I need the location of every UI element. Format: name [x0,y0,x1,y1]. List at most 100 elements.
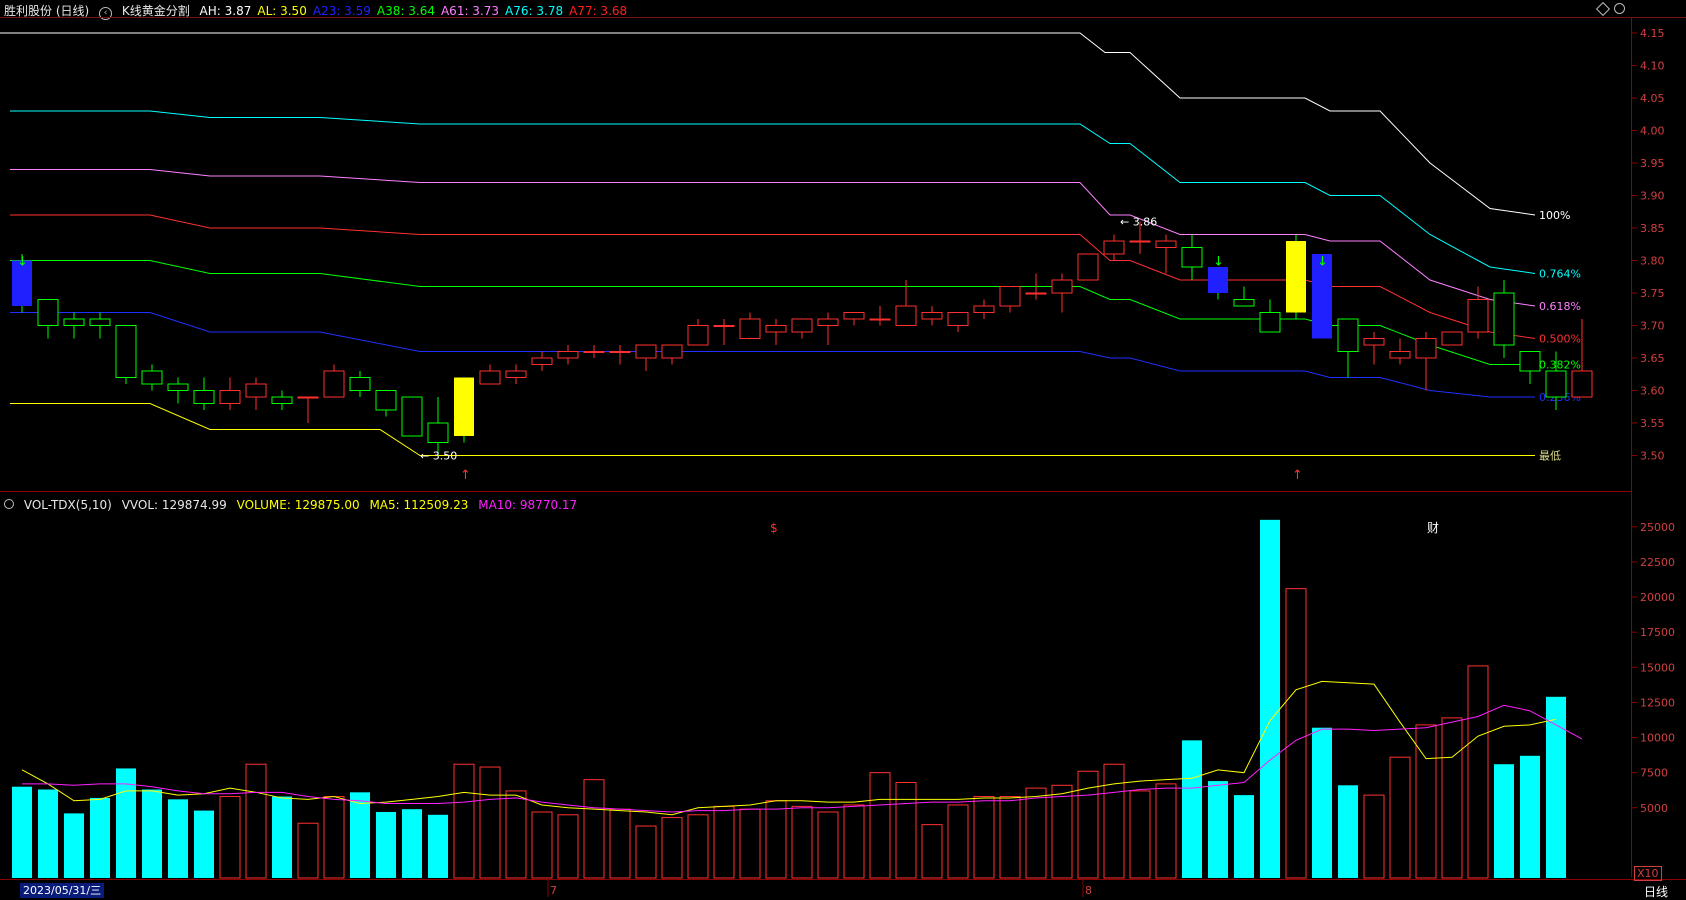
candle-body-up [1363,338,1385,346]
candle-body-up [505,370,527,378]
candle-body-up [609,351,631,353]
candlestick [505,364,527,384]
volume-bar-up [687,814,709,879]
candle-body-up [713,325,735,327]
candle-body-down [193,390,215,404]
down-arrow-icon: ↓ [1213,255,1224,270]
price-tick-label: 4.00 [1640,125,1665,138]
candlestick [1208,267,1228,300]
top-border [0,17,1686,18]
volume-bar-down [1520,755,1540,878]
candle-body-up [1051,279,1073,294]
candle-body-down [141,370,163,385]
candlestick [1337,318,1359,378]
price-tick-label: 3.95 [1640,157,1665,170]
candle-body-down [115,325,137,378]
volume-bar-up [219,796,241,879]
candle-body-up [895,305,917,326]
chart-canvas[interactable]: 100%0.764%0.618%0.500%0.382%0.236%最低 4.1… [0,0,1686,900]
candlestick [661,344,683,365]
volume-tick-label: 25000 [1640,521,1675,534]
candle-body-up [947,312,969,326]
panel-divider [0,491,1632,492]
volume-bar-down [38,789,58,878]
candle-body-up [765,325,787,333]
candle-body-up [817,318,839,326]
candlestick [219,377,241,410]
volume-bar-down [376,811,396,878]
candlestick [557,345,579,365]
candlestick [167,377,189,404]
candlestick [141,364,163,391]
highlight-candle-body [1208,267,1228,293]
bottom-border [0,879,1686,880]
volume-bar-down [12,786,32,878]
volume-bar-up [297,822,319,879]
candlestick [1467,286,1489,339]
candlestick [609,345,631,365]
volume-bar-up [1103,763,1125,879]
fib-label-2: 0.618% [1539,300,1581,313]
volume-tick-label: 7500 [1640,767,1668,780]
candle-body-down [167,383,189,391]
volume-bar-up [479,766,501,879]
candlestick [739,312,761,339]
volume-bar-down [90,797,110,878]
candle-body-down [349,377,371,391]
candlestick [583,345,605,358]
event-cai-icon: 财 [1427,521,1439,535]
candlestick [947,312,969,332]
fib-line-2 [10,169,1536,307]
candlestick [323,364,345,398]
up-arrow-icon: ↑ [460,468,471,483]
volume-bar-up [739,808,761,879]
candlestick [973,299,995,319]
volume-tick-label: 22500 [1640,556,1675,569]
candle-body-down [1259,312,1281,333]
candle-body-up [323,370,345,398]
candle-body-up [297,396,319,399]
price-tick-label: 4.10 [1640,60,1665,73]
candle-body-up [219,390,241,404]
candlestick [687,319,709,346]
candlestick [271,390,293,410]
volume-bar-up [609,808,631,879]
volume-bar-down [1208,781,1228,878]
candle-body-up [999,286,1021,307]
fib-line-4 [10,260,1535,365]
candle-body-down [1493,292,1515,346]
candlestick [37,299,59,339]
candle-body-down [427,422,449,443]
candlestick [63,312,85,339]
volume-bar-up [1285,588,1307,879]
candle-body-up [531,357,553,365]
volume-bar-down [1234,795,1254,878]
volume-bar-down [1546,696,1566,878]
candlestick [375,390,397,417]
candlestick [531,351,553,371]
candle-body-up [245,383,267,398]
candlestick [1363,332,1385,365]
candlestick [1493,280,1515,358]
volume-bar-down [428,814,448,878]
volume-bar-up [1389,756,1411,879]
candlestick [479,364,501,385]
candle-body-up [1467,299,1489,333]
volume-bar-up [453,763,475,879]
price-tick-label: 4.15 [1640,27,1665,40]
volume-bar-down [1312,727,1332,878]
fib-label-6: 最低 [1539,450,1561,463]
candle-body-up [583,351,605,353]
candle-body-up [973,305,995,313]
candle-body-up [791,318,813,333]
volume-bar-up [895,781,917,879]
candle-body-up [739,318,761,339]
period-label[interactable]: 日线 [1644,883,1668,900]
candle-body-up [1025,292,1047,295]
candlestick [427,397,449,456]
candle-body-up [1155,240,1177,248]
volume-bar-up [1467,665,1489,879]
candlestick [1389,338,1411,365]
volume-tick-label: 5000 [1640,802,1668,815]
candlestick [349,371,371,397]
